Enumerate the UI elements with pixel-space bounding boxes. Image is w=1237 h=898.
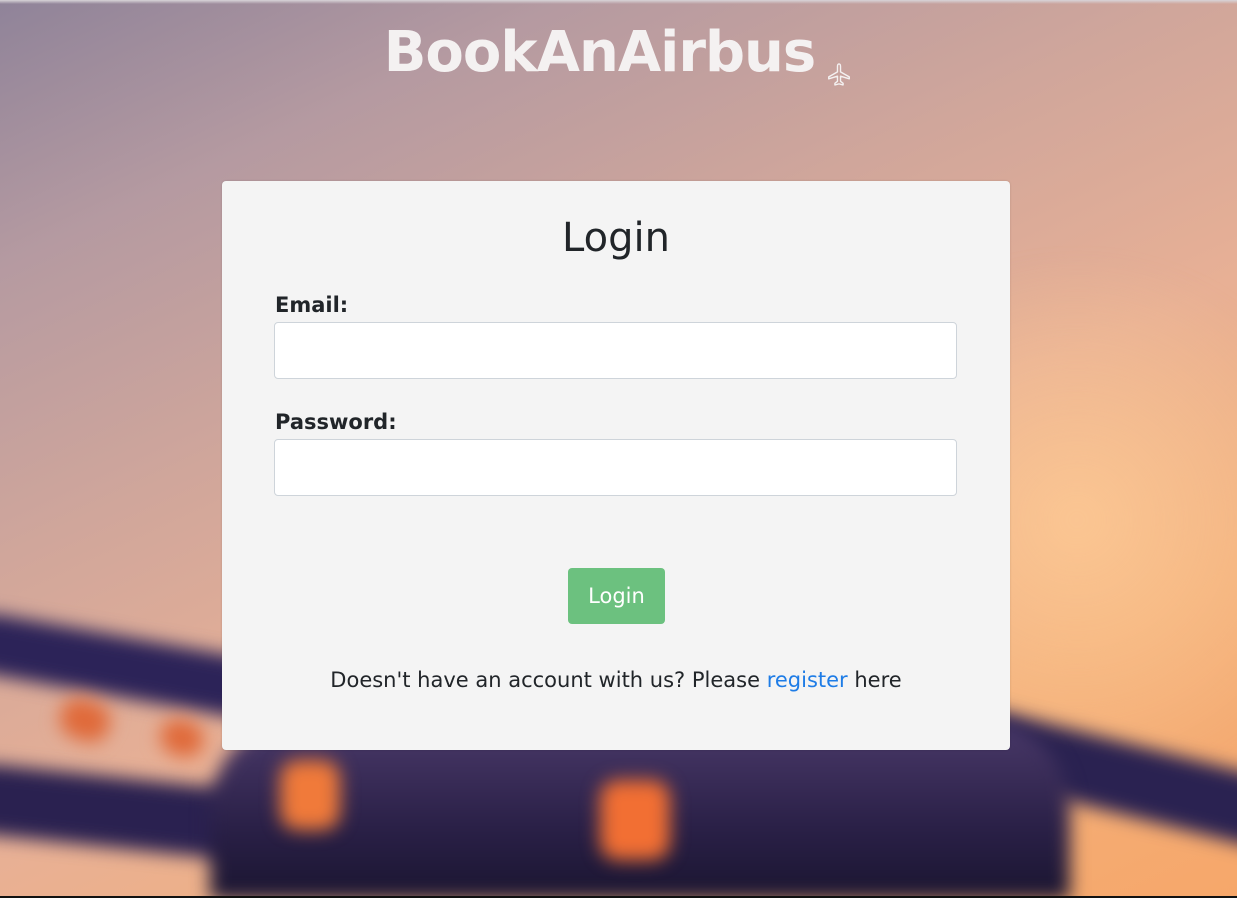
password-field[interactable] (274, 439, 957, 496)
register-prompt: Doesn't have an account with us? Please … (222, 665, 1010, 695)
brand-title: BookAnAirbus (383, 20, 817, 85)
email-label: Email: (275, 293, 349, 317)
register-link[interactable]: register (767, 668, 848, 692)
login-card: Login Email: Password: Login Doesn't hav… (222, 181, 1010, 750)
airplane-icon (825, 38, 853, 86)
login-button[interactable]: Login (568, 568, 665, 624)
blurred-engine (280, 760, 340, 830)
blurred-engine (155, 713, 209, 763)
site-brand: BookAnAirbus (0, 20, 1237, 86)
blurred-engine (600, 780, 670, 860)
blurred-engine (54, 692, 116, 748)
register-suffix: here (847, 668, 902, 692)
top-border (0, 0, 1237, 4)
email-field[interactable] (274, 322, 957, 379)
register-prefix: Doesn't have an account with us? Please (330, 668, 767, 692)
password-label: Password: (275, 410, 397, 434)
login-title: Login (562, 215, 670, 261)
